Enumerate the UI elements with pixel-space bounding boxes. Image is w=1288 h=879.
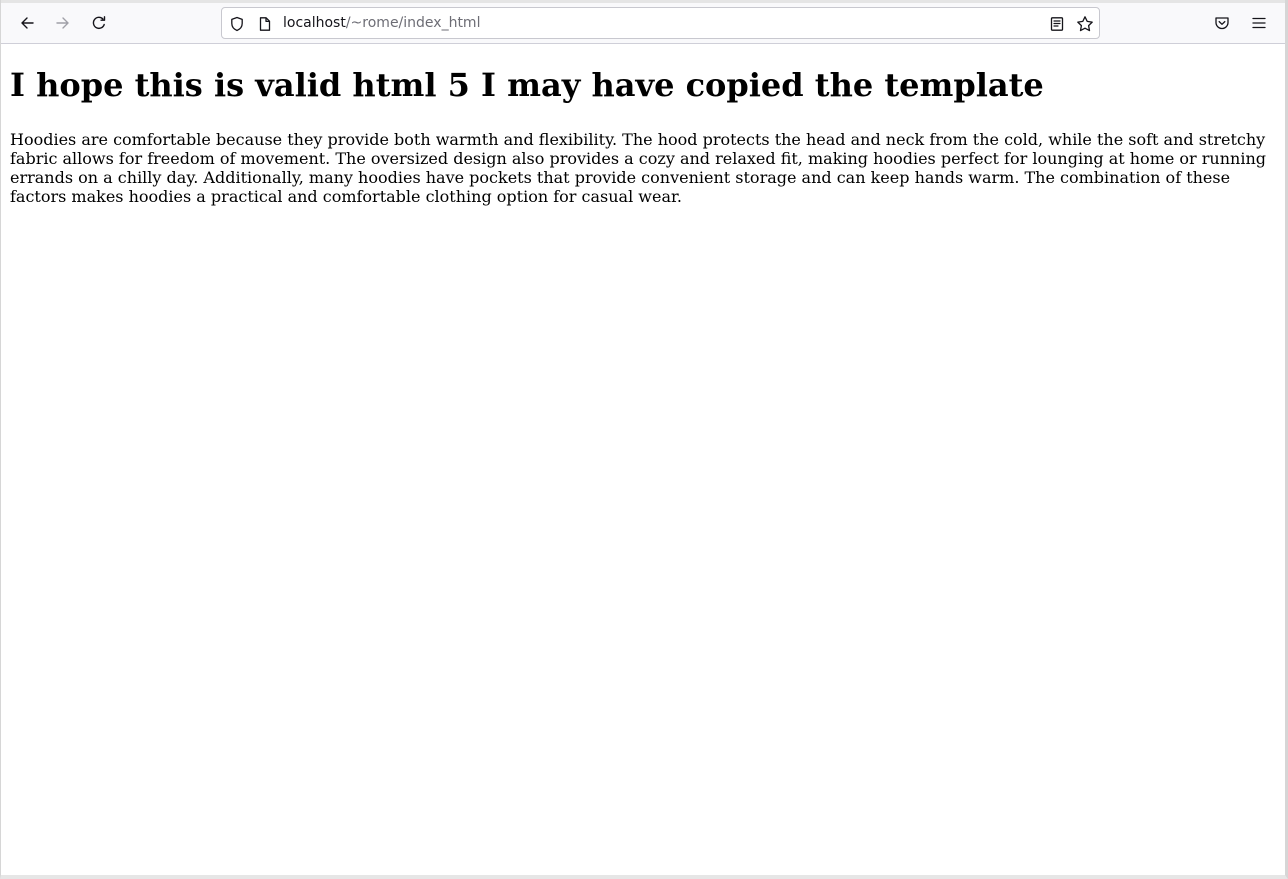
url-bar[interactable]: localhost/~rome/index_html (221, 7, 1100, 39)
star-icon[interactable] (1075, 14, 1095, 34)
url-host: localhost (283, 15, 346, 31)
pocket-icon (1215, 17, 1229, 30)
shield-icon[interactable] (227, 14, 247, 34)
reload-button[interactable] (84, 8, 114, 38)
page-content: I hope this is valid html 5 I may have c… (1, 44, 1285, 206)
page-icon[interactable] (255, 14, 275, 34)
menu-button[interactable] (1244, 8, 1274, 38)
page-heading: I hope this is valid html 5 I may have c… (10, 66, 1044, 104)
arrow-right-icon (56, 17, 69, 29)
reload-icon (92, 16, 106, 29)
pocket-button[interactable] (1207, 8, 1237, 38)
back-button[interactable] (12, 8, 42, 38)
browser-window: localhost/~rome/index_html I hope this i… (0, 0, 1288, 879)
forward-button[interactable] (48, 8, 78, 38)
url-path: /~rome/index_html (345, 15, 481, 31)
arrow-left-icon (21, 17, 34, 29)
browser-toolbar: localhost/~rome/index_html (1, 0, 1285, 44)
hamburger-menu-icon (1252, 17, 1266, 29)
page-paragraph: Hoodies are comfortable because they pro… (10, 130, 1267, 206)
url-text[interactable]: localhost/~rome/index_html (283, 8, 480, 38)
reader-view-icon[interactable] (1047, 14, 1067, 34)
